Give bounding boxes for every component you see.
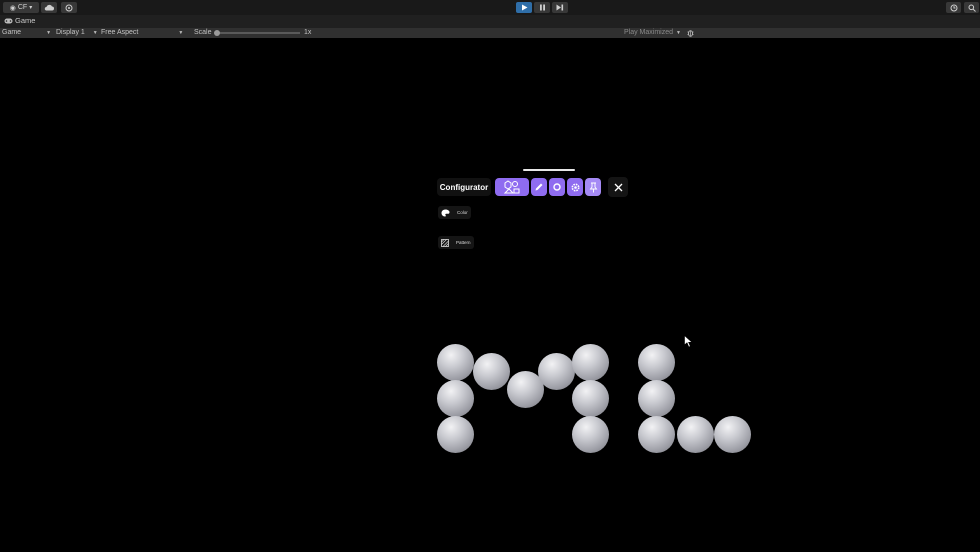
cloud-icon: [44, 4, 54, 11]
view-mode-label: Game: [2, 29, 22, 36]
close-icon: [614, 183, 622, 191]
chevron-down-icon: ▼: [178, 29, 184, 36]
gear-icon: [570, 182, 580, 192]
sphere[interactable]: [473, 353, 510, 390]
tab-bar: Game: [0, 15, 980, 28]
sphere[interactable]: [572, 380, 609, 417]
history-icon: [950, 4, 957, 11]
edit-button[interactable]: [531, 178, 547, 196]
mouse-cursor-icon: [684, 335, 693, 348]
color-option[interactable]: Color: [438, 206, 471, 219]
history-button[interactable]: [946, 2, 961, 13]
game-controller-icon: [4, 18, 13, 23]
collab-icon: [65, 4, 73, 11]
collab-button[interactable]: [61, 2, 77, 13]
bug-icon: [687, 30, 694, 37]
play-icon: [521, 4, 527, 11]
pattern-icon: [441, 238, 449, 247]
pin-icon: [589, 182, 597, 192]
sphere[interactable]: [714, 416, 751, 453]
account-icon: ◉: [9, 4, 16, 12]
view-mode-dropdown[interactable]: Game ▼: [2, 29, 51, 36]
ring-icon: [553, 183, 561, 191]
chevron-down-icon: ▾: [29, 5, 33, 11]
search-icon: [968, 4, 976, 12]
objects-icon: [503, 180, 520, 194]
sphere[interactable]: [638, 344, 675, 381]
panel-drag-handle[interactable]: [523, 169, 575, 171]
configurator-title: Configurator: [437, 178, 491, 196]
pin-button[interactable]: [585, 178, 601, 196]
tab-game[interactable]: Game: [4, 16, 35, 25]
close-button[interactable]: [608, 177, 628, 197]
play-mode-dropdown[interactable]: Play Maximized ▼: [624, 29, 681, 36]
sphere[interactable]: [437, 344, 474, 381]
sphere[interactable]: [437, 380, 474, 417]
pencil-icon: [535, 183, 543, 191]
search-button[interactable]: [964, 2, 979, 13]
pause-button[interactable]: [534, 2, 550, 13]
objects-button[interactable]: [495, 178, 529, 196]
display-dropdown[interactable]: Display 1 ▼: [56, 29, 98, 36]
palette-icon: [441, 209, 450, 216]
sphere[interactable]: [638, 380, 675, 417]
step-icon: [556, 4, 564, 11]
settings-button[interactable]: [567, 178, 583, 196]
step-button[interactable]: [552, 2, 568, 13]
chevron-down-icon: ▼: [676, 29, 681, 36]
display-label: Display 1: [56, 29, 85, 36]
play-mode-label: Play Maximized: [624, 29, 674, 36]
chevron-down-icon: ▼: [92, 29, 98, 36]
cloud-button[interactable]: [41, 2, 57, 13]
sphere[interactable]: [538, 353, 575, 390]
scale-value-text: 1x: [304, 29, 312, 36]
aspect-label: Free Aspect: [101, 29, 139, 36]
sphere[interactable]: [677, 416, 714, 453]
account-label: CF: [17, 4, 28, 11]
account-dropdown[interactable]: ◉ CF ▾: [3, 2, 39, 13]
scale-slider-track[interactable]: [217, 32, 300, 34]
scale-slider-handle[interactable]: [214, 30, 220, 36]
chevron-down-icon: ▼: [46, 29, 52, 36]
bug-button[interactable]: [687, 29, 694, 37]
aspect-dropdown[interactable]: Free Aspect ▼: [101, 29, 183, 36]
sphere[interactable]: [572, 344, 609, 381]
sphere[interactable]: [572, 416, 609, 453]
tab-label: Game: [15, 16, 36, 25]
color-option-label: Color: [457, 210, 468, 215]
pattern-option-label: Pattern: [456, 240, 471, 245]
game-toolbar: Game ▼ Display 1 ▼ Free Aspect ▼ Scale 1…: [0, 28, 980, 38]
pattern-option[interactable]: Pattern: [438, 236, 474, 249]
sphere[interactable]: [437, 416, 474, 453]
scale-text: Scale: [194, 29, 212, 36]
pause-icon: [539, 4, 545, 11]
scale-label: Scale: [194, 29, 212, 36]
scale-value: 1x: [304, 29, 311, 36]
play-button[interactable]: [516, 2, 532, 13]
top-bar: ◉ CF ▾: [0, 0, 980, 15]
ring-button[interactable]: [549, 178, 565, 196]
game-viewport[interactable]: [0, 38, 980, 552]
sphere[interactable]: [638, 416, 675, 453]
